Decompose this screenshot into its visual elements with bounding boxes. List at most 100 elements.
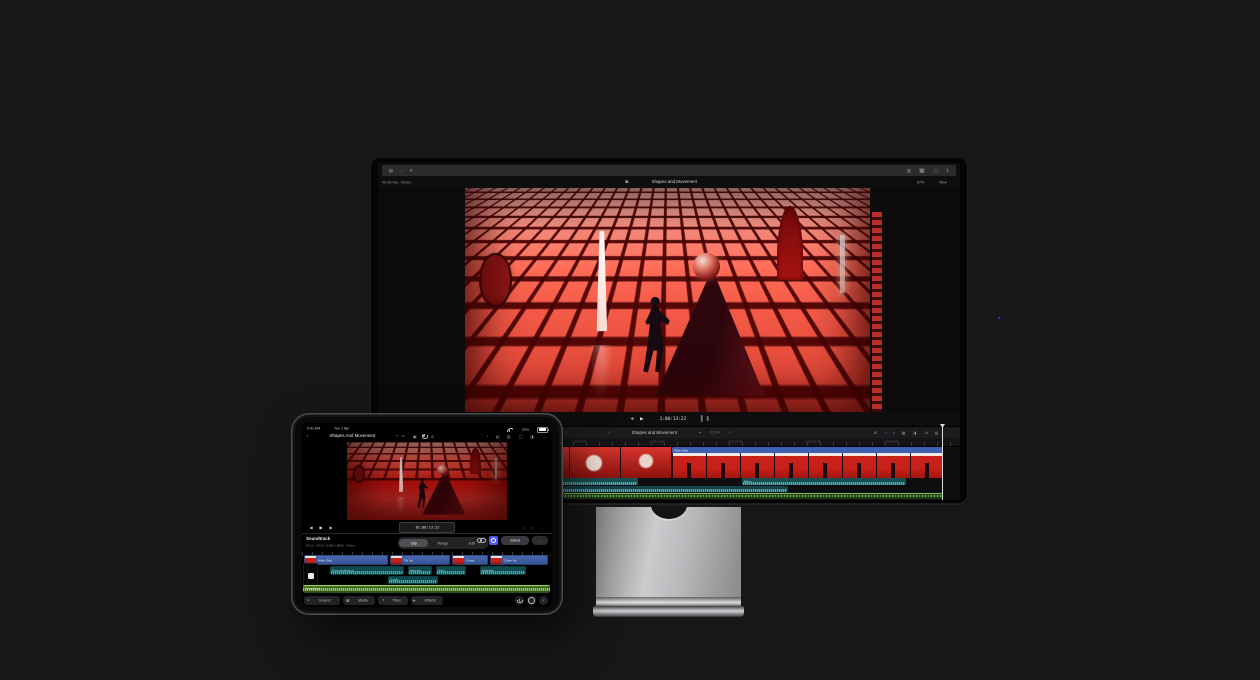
dock-label: Titles bbox=[392, 598, 400, 602]
zoom-level-dropdown[interactable]: 67% bbox=[917, 180, 924, 184]
back-icon[interactable]: ‹ bbox=[307, 433, 308, 438]
timeline-audio-clip[interactable]: Neon Ambience bbox=[330, 566, 404, 575]
chevron-down-icon: ▾ bbox=[699, 431, 701, 434]
dock-effects-button[interactable]: ◈ Effects bbox=[411, 596, 443, 605]
waveform bbox=[481, 571, 525, 574]
dock-label: Inspect bbox=[319, 598, 331, 602]
tool-select-icon[interactable]: ⌖ bbox=[885, 431, 887, 436]
selected-clip-info: 00:13 · 04:10 / 2160 × 3840 · 24 fps bbox=[306, 544, 354, 547]
timeline-view-icon[interactable]: ▦ bbox=[919, 168, 924, 173]
play-icon[interactable]: ▶ bbox=[640, 416, 643, 421]
undo-icon[interactable]: ↶ bbox=[402, 434, 405, 439]
playhead[interactable] bbox=[942, 425, 943, 500]
view-dropdown[interactable]: View bbox=[939, 180, 947, 184]
effects-icon: ◈ bbox=[413, 598, 416, 602]
sidebar-icon[interactable]: ▤ bbox=[389, 168, 393, 173]
fcp-toolbar: ▤ ↓ # ▥ ▦ ▢ ↥ bbox=[382, 165, 956, 176]
timer-icon[interactable]: ◔ bbox=[486, 434, 488, 439]
timeline-audio-clip[interactable]: Wind bbox=[436, 566, 466, 575]
browser-icon[interactable]: ▤ bbox=[496, 434, 500, 439]
versions-icon[interactable]: ▣ bbox=[413, 434, 417, 439]
browser-view-icon[interactable]: ▥ bbox=[906, 168, 910, 173]
history-fwd-icon[interactable]: › bbox=[729, 430, 730, 434]
clip-appearance-icon[interactable]: ▦ bbox=[902, 431, 905, 436]
timeline-audio-clip[interactable]: Whoosh bbox=[408, 566, 432, 575]
filmstrip-column bbox=[871, 212, 882, 412]
dock-media-button[interactable]: ▦ Media bbox=[343, 596, 375, 605]
monitor-stand-base bbox=[593, 606, 744, 617]
columns-icon[interactable]: ▥ bbox=[507, 434, 511, 439]
viewer-controls: 67% View bbox=[917, 178, 956, 187]
tool-trim-icon[interactable]: ≈ bbox=[893, 431, 895, 436]
clip-filmstrip bbox=[672, 453, 943, 478]
timeline-title[interactable]: Shapes and Movement bbox=[631, 430, 676, 435]
toolbar-left-group: ▤ ↓ # bbox=[387, 165, 413, 176]
viewer-more-icon[interactable]: … bbox=[541, 525, 545, 530]
timeline-video-clip[interactable]: Close Up bbox=[490, 555, 548, 565]
viewer-video[interactable] bbox=[465, 188, 870, 412]
share-icon[interactable]: ↥ bbox=[946, 168, 950, 173]
waveform bbox=[743, 482, 905, 485]
clip-thumbnail bbox=[491, 556, 502, 564]
magnifier-icon[interactable]: ○ bbox=[531, 525, 533, 530]
timeline-audio-clip[interactable]: Crash bbox=[388, 576, 438, 584]
tool-connect-icon[interactable]: ⊞ bbox=[874, 431, 877, 436]
camera-indicator-dot bbox=[998, 317, 1000, 319]
ipad-viewer-video[interactable] bbox=[347, 442, 507, 520]
disable-icon[interactable]: ⊘ bbox=[431, 434, 434, 439]
timecode: 1:00:13:22 bbox=[660, 416, 686, 421]
dock-inspect-button[interactable]: ≡ Inspect bbox=[304, 596, 340, 605]
mode-range[interactable]: Range bbox=[428, 539, 457, 547]
mic-icon bbox=[518, 599, 521, 603]
viewer-options-icon[interactable] bbox=[477, 538, 486, 543]
audio-clip[interactable]: Wind bbox=[742, 478, 906, 485]
placeholder-icon bbox=[308, 573, 314, 579]
transport-controls: ◀ ▶ 1:00:13:22 bbox=[629, 412, 709, 425]
ipad-project-title[interactable]: Shapes And Movement bbox=[329, 433, 374, 438]
music-waveform bbox=[303, 588, 550, 591]
play-icon[interactable]: ▶ bbox=[320, 525, 323, 530]
skip-back-icon[interactable]: ◀ bbox=[630, 416, 633, 420]
ipad-music-track[interactable]: Soundtrack bbox=[303, 585, 550, 593]
video-clip-selected[interactable]: Wide Shot bbox=[672, 447, 943, 478]
viewer-area bbox=[378, 188, 960, 412]
red-room-scene bbox=[347, 442, 507, 520]
chevron-down-icon: ▾ bbox=[397, 434, 399, 437]
waveform bbox=[409, 571, 431, 574]
voiceover-button[interactable] bbox=[515, 596, 524, 605]
snapping-icon[interactable] bbox=[489, 536, 498, 545]
skimming-icon[interactable]: ◨ bbox=[913, 431, 916, 436]
jog-wheel-button[interactable] bbox=[527, 596, 536, 605]
audio-lanes-icon[interactable]: ▥ bbox=[935, 431, 938, 436]
layers-icon[interactable]: ◨ bbox=[530, 434, 534, 439]
display-icon[interactable]: ▢ bbox=[519, 434, 523, 439]
select-button[interactable]: Select bbox=[501, 536, 529, 545]
import-icon[interactable]: ↓ bbox=[400, 168, 402, 173]
timeline-more-icon[interactable]: … bbox=[947, 431, 951, 436]
snapping-icon[interactable]: ≣ bbox=[925, 431, 928, 436]
clip-label: Tilt Up bbox=[404, 559, 413, 562]
timeline-video-clip[interactable]: Crane bbox=[452, 555, 488, 565]
ipad-timecode[interactable]: 01:00:13:22 bbox=[399, 522, 455, 533]
add-clip-button[interactable]: + bbox=[539, 596, 548, 605]
skip-fwd-icon[interactable]: ▶ bbox=[330, 525, 333, 530]
status-time: 9:41 AM bbox=[307, 426, 320, 430]
skip-back-icon[interactable]: ◀ bbox=[310, 525, 313, 530]
history-back-icon[interactable]: ‹ bbox=[608, 430, 609, 434]
inspector-toggle-icon[interactable]: ▢ bbox=[933, 168, 937, 173]
ipad-transport-bar: ◀ ▶ ▶ 01:00:13:22 ♪ ○ … bbox=[302, 521, 552, 533]
more-icon[interactable]: … bbox=[542, 434, 546, 439]
keywords-icon[interactable]: # bbox=[410, 168, 412, 173]
plus-icon: + bbox=[542, 598, 544, 602]
mode-clip[interactable]: Clip bbox=[399, 539, 428, 547]
clip-label: Close Up bbox=[504, 559, 517, 562]
timeline-audio-clip[interactable]: Highlight bbox=[480, 566, 526, 575]
ipad-viewer bbox=[302, 441, 552, 520]
speaker-icon[interactable]: ♪ bbox=[523, 525, 525, 530]
voiceover-mic-icon[interactable] bbox=[422, 434, 425, 438]
more-button[interactable]: … bbox=[532, 536, 548, 545]
waveform bbox=[331, 571, 403, 574]
dock-titles-button[interactable]: T Titles bbox=[378, 596, 408, 605]
timeline-video-clip[interactable]: Tilt Up bbox=[390, 555, 450, 565]
red-room-scene bbox=[465, 188, 870, 412]
